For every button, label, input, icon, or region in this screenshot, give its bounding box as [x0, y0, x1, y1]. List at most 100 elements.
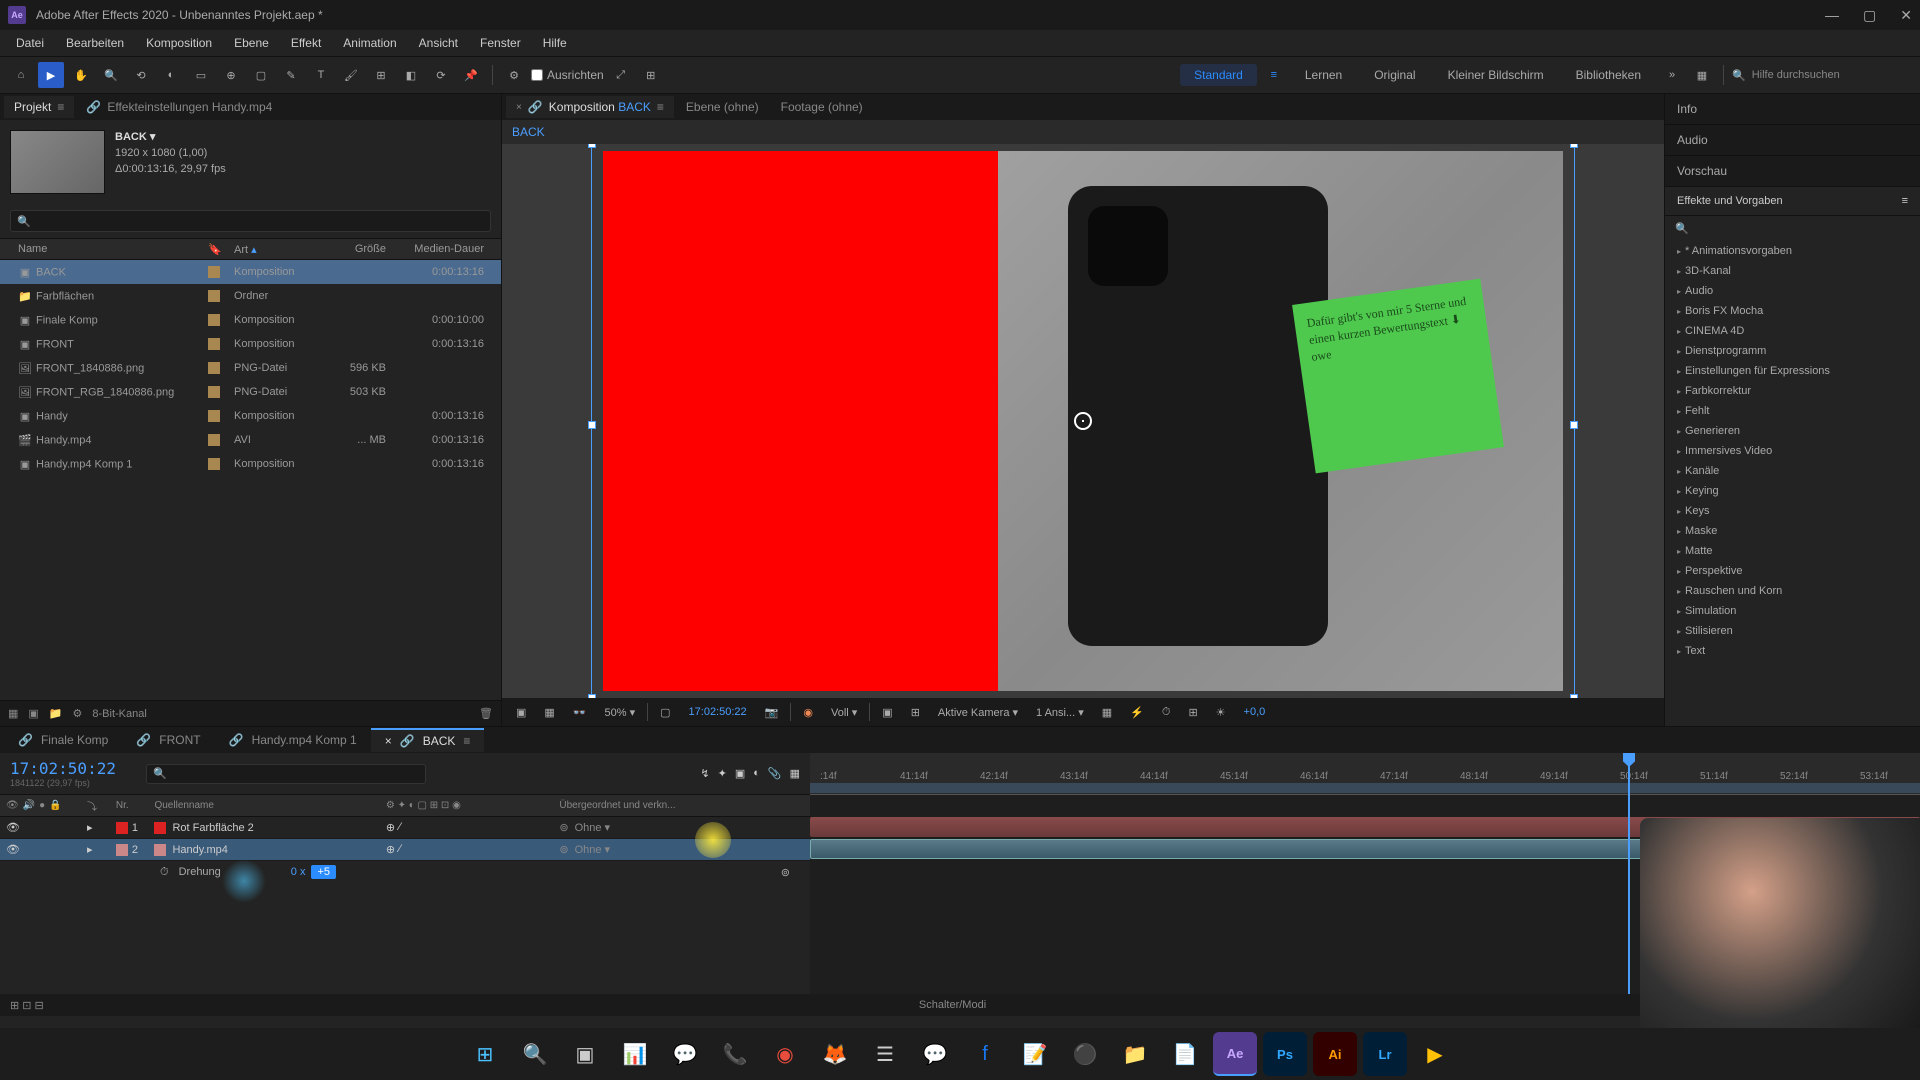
label-color[interactable]	[208, 410, 220, 422]
orbit-tool[interactable]: ⟲	[128, 62, 154, 88]
workspace-panel-icon[interactable]: ▦	[1689, 62, 1715, 88]
draft-3d-icon[interactable]: ✦	[718, 767, 727, 780]
snapshot-icon[interactable]: 📷	[759, 704, 785, 721]
taskbar-notes[interactable]: 📝	[1013, 1032, 1057, 1076]
pan-behind-tool[interactable]: ⊕	[218, 62, 244, 88]
menu-file[interactable]: Datei	[6, 32, 54, 54]
effects-category[interactable]: Keying	[1665, 481, 1920, 501]
start-button[interactable]: ⊞	[463, 1032, 507, 1076]
taskbar-whatsapp[interactable]: 📞	[713, 1032, 757, 1076]
puppet-tool[interactable]: 📌	[458, 62, 484, 88]
parent-dropdown[interactable]: Ohne ▾	[575, 843, 611, 856]
close-icon[interactable]: ×	[385, 734, 392, 748]
camera-dropdown[interactable]: Aktive Kamera ▾	[932, 704, 1024, 721]
hand-tool[interactable]: ✋	[68, 62, 94, 88]
zoom-tool[interactable]: 🔍	[98, 62, 124, 88]
selection-handle-tl[interactable]	[588, 144, 596, 148]
tab-layer[interactable]: Ebene (ohne)	[676, 96, 769, 118]
mask-icon[interactable]: 👓	[567, 704, 593, 721]
project-search[interactable]: 🔍	[10, 210, 491, 232]
new-comp-icon[interactable]: ▣	[28, 707, 38, 720]
trash-icon[interactable]: 🗑	[479, 707, 493, 720]
effects-category[interactable]: Dienstprogramm	[1665, 341, 1920, 361]
show-channel-icon[interactable]: ◉	[797, 704, 819, 721]
timeline-icon[interactable]: ⏱	[1156, 704, 1177, 721]
tab-effect-controls[interactable]: 🔗 Effekteinstellungen Handy.mp4	[76, 96, 282, 118]
help-search[interactable]: 🔍 Hilfe durchsuchen	[1732, 69, 1912, 82]
roto-tool[interactable]: ⟳	[428, 62, 454, 88]
close-icon[interactable]: ×	[516, 102, 522, 113]
effects-category[interactable]: * Animationsvorgaben	[1665, 241, 1920, 261]
taskbar-photoshop[interactable]: Ps	[1263, 1032, 1307, 1076]
project-item[interactable]: ▣Handy Komposition 0:00:13:16	[0, 404, 501, 428]
selection-tool[interactable]: ▶	[38, 62, 64, 88]
timeline-tab-back[interactable]: × 🔗 BACK ≡	[371, 728, 485, 752]
timeline-ruler[interactable]: :14f41:14f42:14f43:14f44:14f45:14f46:14f…	[810, 753, 1920, 795]
taskbar-lightroom[interactable]: Lr	[1363, 1032, 1407, 1076]
task-view[interactable]: ▣	[563, 1032, 607, 1076]
menu-composition[interactable]: Komposition	[136, 32, 222, 54]
taskbar-teams[interactable]: 💬	[663, 1032, 707, 1076]
effects-category[interactable]: Boris FX Mocha	[1665, 301, 1920, 321]
exposure-value[interactable]: +0,0	[1238, 704, 1272, 720]
fast-preview-icon[interactable]: ⚡	[1124, 704, 1150, 721]
exposure-reset-icon[interactable]: ☀	[1210, 704, 1232, 721]
panel-info[interactable]: Info	[1665, 94, 1920, 125]
effects-category[interactable]: Stilisieren	[1665, 621, 1920, 641]
home-tool[interactable]: ⌂	[8, 62, 34, 88]
camera-tool[interactable]: ▭	[188, 62, 214, 88]
project-item[interactable]: ▣FRONT Komposition 0:00:13:16	[0, 332, 501, 356]
project-settings-icon[interactable]: ⚙	[73, 707, 83, 720]
menu-edit[interactable]: Bearbeiten	[56, 32, 134, 54]
effects-category[interactable]: Perspektive	[1665, 561, 1920, 581]
label-color[interactable]	[208, 458, 220, 470]
layer-label-color[interactable]	[116, 844, 128, 856]
effects-category[interactable]: Keys	[1665, 501, 1920, 521]
taskbar-notepad[interactable]: 📄	[1163, 1032, 1207, 1076]
layer-switch[interactable]: ⊕	[386, 821, 395, 834]
expand-icon[interactable]: ▸	[87, 844, 93, 856]
project-item[interactable]: ▣Finale Komp Komposition 0:00:10:00	[0, 308, 501, 332]
menu-view[interactable]: Ansicht	[409, 32, 468, 54]
taskbar-search[interactable]: 🔍	[513, 1032, 557, 1076]
workspace-libraries[interactable]: Bibliotheken	[1562, 64, 1655, 86]
workspace-learn[interactable]: Lernen	[1291, 64, 1356, 86]
panel-audio[interactable]: Audio	[1665, 125, 1920, 156]
close-button[interactable]: ✕	[1900, 7, 1912, 24]
motion-blur-icon[interactable]: ◐	[753, 767, 760, 780]
workspace-overflow-icon[interactable]: »	[1659, 62, 1685, 88]
rotation-tool[interactable]: ◐	[158, 62, 184, 88]
comp-canvas[interactable]: Dafür gibt's von mir 5 Sterne und einen …	[603, 151, 1563, 691]
project-item[interactable]: 🖼FRONT_RGB_1840886.png PNG-Datei 503 KB	[0, 380, 501, 404]
composition-viewport[interactable]: Dafür gibt's von mir 5 Sterne und einen …	[502, 144, 1664, 698]
timeline-playhead[interactable]	[1628, 753, 1630, 994]
layer-switch[interactable]: ∕	[399, 843, 401, 856]
effects-category[interactable]: Generieren	[1665, 421, 1920, 441]
timeline-tab-finale-komp[interactable]: 🔗 Finale Komp	[4, 729, 122, 751]
brush-tool[interactable]: 🖌	[338, 62, 364, 88]
timeline-layer-row[interactable]: 👁 ▸ 1 Rot Farbfläche 2 ⊕ ∕ ⊚ Ohne ▾	[0, 817, 810, 839]
menu-help[interactable]: Hilfe	[533, 32, 577, 54]
parent-pickwhip-icon[interactable]: ⊚	[781, 866, 790, 879]
panel-preview[interactable]: Vorschau	[1665, 156, 1920, 187]
always-preview-icon[interactable]: ▣	[510, 704, 532, 721]
taskbar-explorer[interactable]: 📊	[613, 1032, 657, 1076]
label-color[interactable]	[208, 338, 220, 350]
panel-menu-icon[interactable]: ≡	[1902, 195, 1908, 207]
parent-dropdown[interactable]: Ohne ▾	[575, 821, 611, 834]
type-tool[interactable]: T	[308, 62, 334, 88]
eye-icon[interactable]: 👁	[6, 821, 20, 834]
effects-category[interactable]: CINEMA 4D	[1665, 321, 1920, 341]
pickwhip-icon[interactable]: ⊚	[559, 821, 568, 834]
stopwatch-icon[interactable]: ⏱	[160, 866, 169, 879]
tab-composition[interactable]: × 🔗 Komposition BACK ≡	[506, 96, 674, 118]
timeline-tab-handy-komp[interactable]: 🔗 Handy.mp4 Komp 1	[215, 729, 371, 751]
taskbar-app-dark[interactable]: ☰	[863, 1032, 907, 1076]
project-item[interactable]: 📁Farbflächen Ordner	[0, 284, 501, 308]
effects-category[interactable]: Einstellungen für Expressions	[1665, 361, 1920, 381]
timeline-work-area[interactable]	[810, 783, 1920, 793]
snap-grid-icon[interactable]: ⊞	[638, 62, 664, 88]
label-color[interactable]	[208, 434, 220, 446]
project-item[interactable]: 🖼FRONT_1840886.png PNG-Datei 596 KB	[0, 356, 501, 380]
selection-handle-ml[interactable]	[588, 421, 596, 429]
